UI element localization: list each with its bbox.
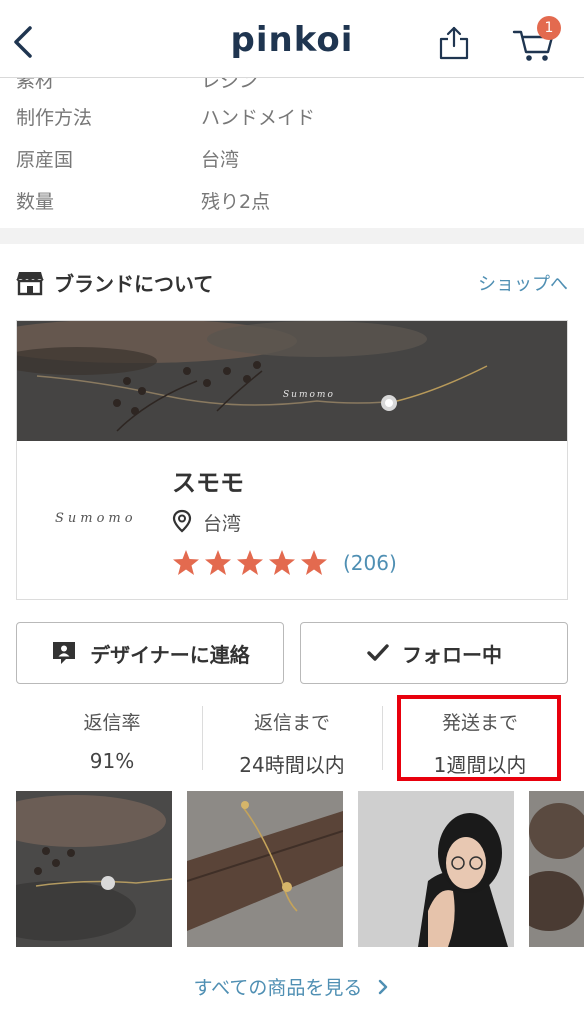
spec-value: 残り2点 — [201, 191, 271, 213]
spec-row-origin: 原産国 台湾 — [16, 145, 576, 175]
chat-icon — [53, 642, 76, 664]
spec-row-method: 制作方法 ハンドメイド — [16, 103, 576, 133]
check-icon — [367, 644, 389, 661]
brand-section-header: ブランドについて ショップへ — [16, 266, 568, 298]
product-thumbnail[interactable] — [16, 791, 172, 947]
location-pin-icon — [172, 509, 192, 533]
following-label: フォロー中 — [402, 642, 502, 667]
brand-name: スモモ — [172, 469, 244, 497]
review-count[interactable]: (206) — [343, 551, 397, 575]
brand-location: 台湾 — [203, 513, 242, 535]
svg-text:Sumomo: Sumomo — [283, 390, 335, 400]
spec-value: ハンドメイド — [201, 107, 316, 129]
see-all-label: すべての商品を見る — [193, 977, 363, 999]
product-thumbnail[interactable] — [187, 791, 343, 947]
spec-label: 制作方法 — [16, 107, 93, 129]
cart-count-badge: 1 — [537, 16, 561, 40]
product-thumbnail[interactable] — [358, 791, 514, 947]
spec-value: 台湾 — [201, 149, 240, 171]
shop-icon — [16, 272, 44, 296]
section-divider — [0, 228, 584, 244]
star-icon — [237, 550, 263, 575]
pinkoi-logo[interactable]: pinkoi — [0, 20, 584, 60]
star-icon — [205, 550, 231, 575]
stat-divider — [382, 706, 383, 770]
contact-designer-button[interactable]: デザイナーに連絡 — [16, 622, 284, 684]
following-button[interactable]: フォロー中 — [300, 622, 568, 684]
app-header: pinkoi 1 — [0, 0, 584, 78]
rating-stars — [173, 550, 327, 575]
see-all-products-link[interactable]: すべての商品を見る — [0, 973, 584, 1000]
chevron-right-icon — [379, 979, 388, 995]
star-icon — [301, 550, 327, 575]
brand-card[interactable]: Sumomo Sumomo スモモ 台湾 (206) — [16, 320, 568, 600]
brand-banner-image: Sumomo — [17, 321, 567, 441]
stat-reply-time: 返信まで 24時間以内 — [202, 704, 382, 777]
go-to-shop-link[interactable]: ショップへ — [478, 270, 568, 296]
contact-designer-label: デザイナーに連絡 — [90, 642, 250, 667]
spec-label: 数量 — [16, 191, 55, 213]
spec-label: 原産国 — [16, 149, 74, 171]
star-icon — [269, 550, 295, 575]
product-thumbnail[interactable] — [529, 791, 584, 947]
star-icon — [173, 550, 199, 575]
stat-label: 返信まで — [253, 712, 330, 734]
stat-value: 24時間以内 — [239, 753, 345, 777]
spec-row-quantity: 数量 残り2点 — [16, 187, 576, 217]
stat-label: 返信率 — [83, 712, 141, 734]
highlight-box — [397, 695, 561, 781]
brand-section-title: ブランドについて — [54, 272, 214, 296]
stat-reply-rate: 返信率 91% — [22, 704, 202, 774]
stat-value: 91% — [89, 749, 135, 773]
share-icon[interactable] — [437, 24, 471, 62]
brand-logo: Sumomo — [55, 511, 137, 526]
